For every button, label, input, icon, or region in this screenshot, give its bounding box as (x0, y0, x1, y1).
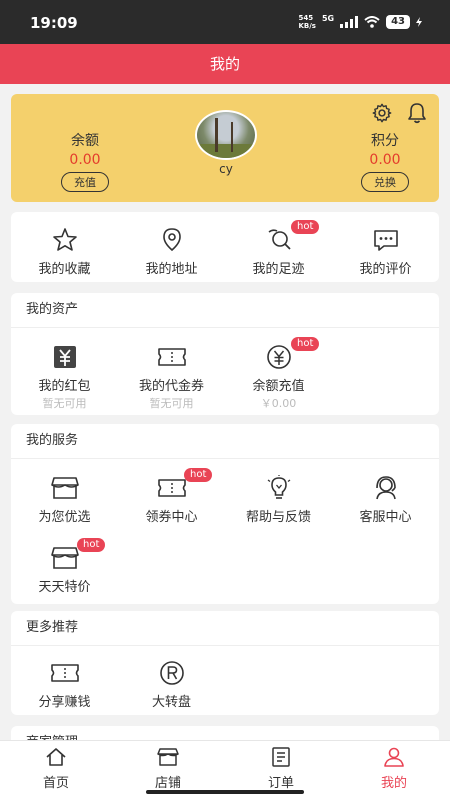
points-block: 积分 0.00 兑换 (345, 130, 425, 192)
bell-icon[interactable] (407, 102, 427, 124)
page-title: 我的 (209, 55, 240, 73)
ticket-icon (50, 664, 79, 682)
red-packet-icon (53, 346, 76, 368)
footprint-search-icon (268, 229, 291, 250)
hot-badge: hot (291, 337, 320, 351)
wifi-icon (364, 16, 380, 28)
assets-red-packet-sub: 暂无可用 (42, 397, 87, 410)
merchant-card: 商家管理 (11, 726, 439, 740)
network-type: 5G (321, 13, 335, 23)
more-lucky-wheel-label: 大转盘 (151, 695, 191, 710)
service-picks-label: 为您优选 (38, 510, 91, 525)
hot-badge: hot (291, 220, 320, 234)
assets-red-packet-label: 我的红包 (38, 379, 91, 394)
main-scroll[interactable]: 余额 0.00 充值 cy 积分 0.00 兑换 我的收藏 我的地址 我的足迹 … (0, 84, 450, 740)
signal-icon (340, 16, 359, 28)
gear-icon[interactable] (371, 102, 393, 124)
lightbulb-icon (267, 475, 290, 499)
registered-circle-icon (159, 661, 184, 685)
charging-icon (416, 17, 422, 27)
service-help-label: 帮助与反馈 (245, 510, 311, 525)
assets-vouchers-label: 我的代金券 (138, 379, 204, 394)
username: cy (219, 162, 233, 176)
page-header: 我的 (0, 44, 450, 84)
service-daily-deals[interactable]: 天天特价 (11, 544, 118, 595)
assets-recharge-sub: ￥0.00 (260, 397, 297, 410)
assets-recharge-label: 余额充值 (252, 379, 305, 394)
store-icon (157, 748, 179, 766)
quick-footprints[interactable]: 我的足迹 (225, 226, 332, 277)
status-icons: 545 KB/s 5G 43 (298, 14, 422, 30)
assets-card: 我的资产 我的红包 暂无可用 我的代金券 暂无可用 余额充值 ￥0.00 hot (11, 293, 439, 415)
hot-badge: hot (77, 538, 106, 552)
more-share-earn-label: 分享赚钱 (38, 695, 91, 710)
store-icon (50, 547, 79, 569)
tab-mine-label: 我的 (380, 776, 407, 791)
quick-favorites[interactable]: 我的收藏 (11, 226, 118, 277)
assets-vouchers-sub: 暂无可用 (149, 397, 194, 410)
more-lucky-wheel[interactable]: 大转盘 (118, 659, 225, 710)
recharge-button[interactable]: 充值 (61, 172, 109, 192)
quick-address[interactable]: 我的地址 (118, 226, 225, 277)
assets-recharge[interactable]: 余额充值 ￥0.00 (225, 343, 332, 411)
network-speed: 545 KB/s (298, 14, 316, 30)
service-coupon-center-label: 领券中心 (145, 510, 198, 525)
home-icon (46, 748, 66, 766)
quick-address-label: 我的地址 (145, 262, 198, 277)
tab-orders-label: 订单 (267, 776, 294, 791)
status-bar: 19:09 545 KB/s 5G 43 (0, 0, 450, 44)
store-icon (50, 477, 79, 499)
profile-card: 余额 0.00 充值 cy 积分 0.00 兑换 (11, 94, 439, 202)
quick-reviews-label: 我的评价 (359, 262, 412, 277)
balance-label: 余额 (71, 133, 99, 149)
order-list-icon (272, 747, 290, 767)
service-support[interactable]: 客服中心 (332, 474, 439, 525)
battery-level: 43 (386, 15, 410, 29)
hot-badge: hot (184, 468, 213, 482)
service-daily-deals-label: 天天特价 (38, 580, 91, 595)
assets-vouchers[interactable]: 我的代金券 暂无可用 (118, 343, 225, 411)
assets-title: 我的资产 (11, 293, 439, 328)
tab-home-label: 首页 (42, 776, 69, 791)
ticket-icon (157, 348, 186, 366)
quick-reviews[interactable]: 我的评价 (332, 226, 439, 277)
merchant-title: 商家管理 (11, 726, 439, 740)
service-support-label: 客服中心 (359, 510, 412, 525)
service-picks[interactable]: 为您优选 (11, 474, 118, 525)
home-indicator (146, 790, 304, 794)
service-help[interactable]: 帮助与反馈 (225, 474, 332, 525)
more-share-earn[interactable]: 分享赚钱 (11, 659, 118, 710)
services-title: 我的服务 (11, 424, 439, 459)
star-icon (52, 228, 77, 251)
quick-favorites-label: 我的收藏 (38, 262, 91, 277)
tab-mine[interactable]: 我的 (338, 747, 450, 791)
comment-icon (373, 230, 398, 251)
quick-footprints-label: 我的足迹 (252, 262, 305, 277)
exchange-button[interactable]: 兑换 (361, 172, 409, 192)
tab-home[interactable]: 首页 (0, 747, 112, 791)
status-time: 19:09 (30, 14, 78, 32)
yen-circle-icon (266, 345, 291, 369)
avatar[interactable] (195, 110, 257, 160)
tab-store-label: 店铺 (154, 776, 181, 791)
person-icon (384, 747, 404, 767)
more-title: 更多推荐 (11, 611, 439, 646)
ticket-icon (157, 479, 186, 497)
points-value: 0.00 (369, 152, 401, 168)
more-card: 更多推荐 分享赚钱 大转盘 (11, 611, 439, 715)
services-card: 我的服务 为您优选 领券中心 hot 帮助与反馈 客服中心 天天特价 hot (11, 424, 439, 604)
headset-icon (375, 476, 396, 500)
service-coupon-center[interactable]: 领券中心 (118, 474, 225, 525)
tab-orders[interactable]: 订单 (225, 747, 337, 791)
quick-actions-card: 我的收藏 我的地址 我的足迹 hot 我的评价 (11, 212, 439, 282)
location-pin-icon (162, 228, 181, 252)
balance-block: 余额 0.00 充值 (45, 130, 125, 192)
tab-store[interactable]: 店铺 (112, 747, 224, 791)
points-label: 积分 (371, 133, 399, 149)
balance-value: 0.00 (69, 152, 101, 168)
assets-red-packet[interactable]: 我的红包 暂无可用 (11, 343, 118, 411)
